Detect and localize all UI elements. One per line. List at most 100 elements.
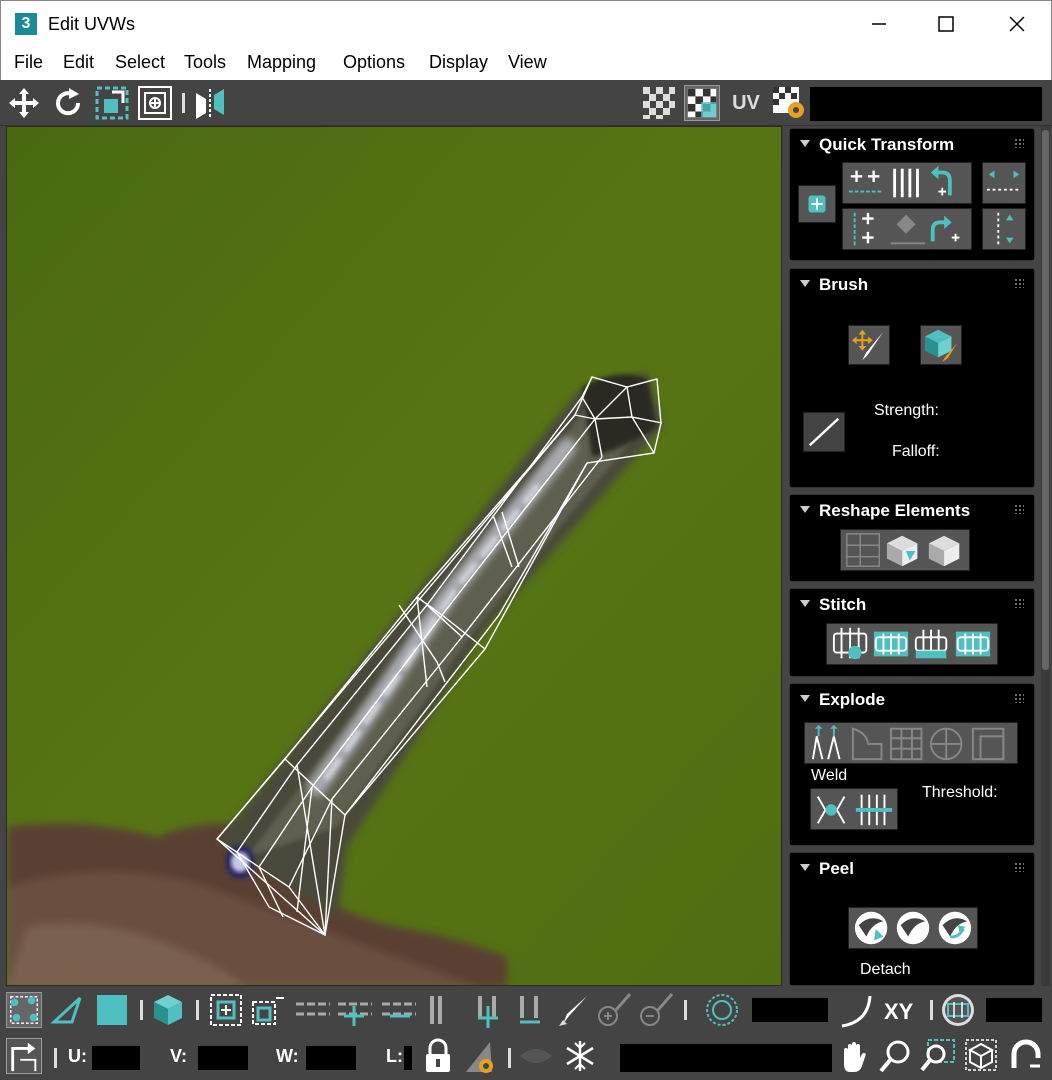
l-label: L: xyxy=(386,1046,403,1066)
uv-editor-viewport[interactable] xyxy=(6,126,782,986)
absolute-offset-toggle[interactable] xyxy=(6,1038,42,1074)
ring-icons[interactable] xyxy=(428,992,552,1028)
xy-coordinate-toggle[interactable]: XY xyxy=(884,999,913,1025)
freeze-button[interactable] xyxy=(562,1038,598,1074)
face-select-icon xyxy=(97,995,127,1025)
close-button[interactable] xyxy=(997,9,1037,39)
element-select-button[interactable] xyxy=(150,992,186,1028)
collapse-arrow-icon[interactable] xyxy=(800,695,810,702)
menu-file[interactable]: File xyxy=(14,52,43,73)
space-vertical-button[interactable] xyxy=(982,208,1026,250)
u-value-field[interactable] xyxy=(92,1046,140,1070)
move-tool-button[interactable] xyxy=(6,85,42,121)
rollout-title[interactable]: Stitch xyxy=(819,595,866,615)
rollout-title[interactable]: Quick Transform xyxy=(819,135,954,155)
collapse-arrow-icon[interactable] xyxy=(800,280,810,287)
title-bar: 3 Edit UVWs xyxy=(0,0,1052,46)
maximize-button[interactable] xyxy=(926,9,966,39)
menu-edit[interactable]: Edit xyxy=(63,52,94,73)
falloff-curve-button[interactable] xyxy=(838,992,874,1028)
drag-grip-icon[interactable] xyxy=(1014,138,1024,148)
edge-distance-field[interactable] xyxy=(986,998,1042,1022)
map-settings-button[interactable] xyxy=(771,85,807,121)
scale-icon xyxy=(95,86,129,120)
brush-plus-icon xyxy=(598,993,632,1026)
edge-select-button[interactable] xyxy=(50,992,86,1028)
lock-selection-button[interactable] xyxy=(420,1038,456,1074)
align-horizontal-icons[interactable] xyxy=(843,163,971,203)
rollout-title[interactable]: Explode xyxy=(819,690,885,710)
loop-ring-icons[interactable] xyxy=(294,992,426,1028)
transform-pivot-button[interactable] xyxy=(798,185,836,223)
enlarge-brush-button[interactable] xyxy=(596,992,632,1028)
rollout-title[interactable]: Reshape Elements xyxy=(819,501,970,521)
ring-buttons xyxy=(428,992,552,1028)
filter-selected-faces-button[interactable] xyxy=(462,1038,498,1074)
scale-tool-button[interactable] xyxy=(94,85,130,121)
texture-dropdown[interactable] xyxy=(810,87,1042,121)
soft-selection-button[interactable] xyxy=(704,992,740,1028)
rollout-title[interactable]: Peel xyxy=(819,859,854,879)
paint-select-button[interactable] xyxy=(555,992,591,1028)
drag-grip-icon[interactable] xyxy=(1014,693,1024,703)
menu-select[interactable]: Select xyxy=(115,52,165,73)
hand-icon xyxy=(844,1042,866,1072)
l-value-field[interactable] xyxy=(404,1046,412,1070)
drag-grip-icon[interactable] xyxy=(1014,598,1024,608)
align-vertical-icons[interactable] xyxy=(843,209,971,249)
menu-options[interactable]: Options xyxy=(343,52,405,73)
paint-move-button[interactable] xyxy=(848,325,890,365)
drag-grip-icon[interactable] xyxy=(1014,504,1024,514)
threshold-label: Threshold: xyxy=(922,784,998,801)
stitch-icons[interactable] xyxy=(827,624,997,664)
relax-brush-button[interactable] xyxy=(920,325,962,365)
collapse-arrow-icon[interactable] xyxy=(800,864,810,871)
u-label: U: xyxy=(68,1046,87,1066)
checker-pattern-button[interactable] xyxy=(641,85,677,121)
edge-distance-button[interactable] xyxy=(940,992,976,1028)
v-value-field[interactable] xyxy=(198,1046,248,1070)
brush-falloff-type-button[interactable] xyxy=(803,412,845,452)
shrink-brush-button[interactable] xyxy=(638,992,674,1028)
reshape-icons[interactable] xyxy=(841,530,969,570)
menu-display[interactable]: Display xyxy=(429,52,488,73)
selection-set-dropdown[interactable] xyxy=(620,1044,832,1072)
space-horizontal-button[interactable] xyxy=(982,162,1026,204)
uv-toggle-button[interactable]: UV xyxy=(728,85,764,121)
vertex-select-button[interactable] xyxy=(6,992,42,1028)
freeform-mode-button[interactable] xyxy=(137,85,173,121)
w-value-field[interactable] xyxy=(306,1046,356,1070)
face-select-button[interactable] xyxy=(94,992,130,1028)
snap-button[interactable] xyxy=(1008,1038,1044,1074)
falloff-value-field[interactable] xyxy=(752,998,828,1022)
rollout-title[interactable]: Brush xyxy=(819,275,868,295)
minimize-button[interactable] xyxy=(859,9,899,39)
zoom-region-button[interactable] xyxy=(920,1038,956,1074)
mirror-tool-button[interactable] xyxy=(192,85,228,121)
show-map-button[interactable] xyxy=(684,85,720,121)
collapse-arrow-icon[interactable] xyxy=(800,600,810,607)
pan-button[interactable] xyxy=(836,1038,872,1074)
mirror-icon xyxy=(196,89,224,119)
zoom-button[interactable] xyxy=(878,1038,914,1074)
explode-icons[interactable] xyxy=(805,723,1017,763)
menu-mapping[interactable]: Mapping xyxy=(247,52,316,73)
shrink-selection-button[interactable] xyxy=(250,992,286,1028)
weld-icons[interactable] xyxy=(811,789,897,829)
checker-map-icon xyxy=(687,88,717,118)
paint-move-icon xyxy=(851,329,884,361)
menu-tools[interactable]: Tools xyxy=(184,52,226,73)
collapse-arrow-icon[interactable] xyxy=(800,140,810,147)
hide-button[interactable] xyxy=(518,1038,554,1074)
zoom-extents-button[interactable] xyxy=(964,1038,1000,1074)
drag-grip-icon[interactable] xyxy=(1014,862,1024,872)
peel-icons[interactable] xyxy=(849,908,977,948)
strength-label: Strength: xyxy=(874,402,939,419)
collapse-arrow-icon[interactable] xyxy=(800,506,810,513)
space-horizontal-icon xyxy=(986,170,1022,191)
grow-selection-button[interactable] xyxy=(208,992,244,1028)
panel-scrollbar-thumb[interactable] xyxy=(1042,130,1049,670)
menu-view[interactable]: View xyxy=(508,52,547,73)
rotate-tool-button[interactable] xyxy=(50,85,86,121)
drag-grip-icon[interactable] xyxy=(1014,278,1024,288)
